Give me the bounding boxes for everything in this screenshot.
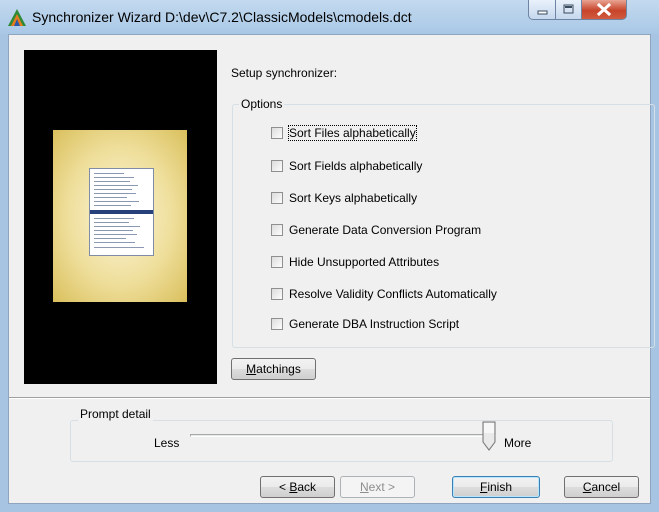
more-label: More	[504, 436, 532, 450]
back-button[interactable]: < Back	[260, 476, 335, 498]
finish-rest: inish	[487, 480, 513, 494]
sort-keys-checkbox[interactable]	[271, 192, 283, 204]
cancel-label: Cancel	[583, 480, 620, 494]
option-sort-files[interactable]: Sort Files alphabetically	[271, 125, 417, 141]
matchings-button[interactable]: Matchings	[231, 358, 316, 380]
maximize-button[interactable]	[555, 0, 582, 20]
app-logo-icon	[8, 9, 26, 26]
sort-fields-label[interactable]: Sort Fields alphabetically	[289, 159, 422, 173]
resolve-validity-label[interactable]: Resolve Validity Conflicts Automatically	[289, 287, 497, 301]
generate-conversion-checkbox[interactable]	[271, 224, 283, 236]
next-rest: ext >	[368, 480, 396, 494]
next-button[interactable]: Next >	[340, 476, 415, 498]
cancel-rest: ancel	[591, 480, 621, 494]
matchings-rest: atchings	[256, 362, 301, 376]
back-prefix: <	[278, 480, 290, 494]
option-hide-unsupported[interactable]: Hide Unsupported Attributes	[271, 254, 439, 270]
cancel-button[interactable]: Cancel	[564, 476, 639, 498]
sort-files-label[interactable]: Sort Files alphabetically	[288, 125, 417, 141]
prompt-detail-group	[70, 420, 613, 462]
option-sort-keys[interactable]: Sort Keys alphabetically	[271, 190, 417, 206]
sort-fields-checkbox[interactable]	[271, 160, 283, 172]
preview-list-image	[89, 168, 154, 256]
maximize-icon	[563, 4, 574, 14]
separator	[9, 397, 650, 399]
window-title: Synchronizer Wizard D:\dev\C7.2\ClassicM…	[32, 9, 412, 25]
less-label: Less	[154, 436, 180, 450]
option-resolve-validity[interactable]: Resolve Validity Conflicts Automatically	[271, 286, 497, 302]
option-generate-dba[interactable]: Generate DBA Instruction Script	[271, 316, 459, 332]
sort-files-checkbox[interactable]	[271, 127, 283, 139]
matchings-accel: M	[246, 362, 257, 376]
generate-dba-label[interactable]: Generate DBA Instruction Script	[289, 317, 459, 331]
option-generate-conversion[interactable]: Generate Data Conversion Program	[271, 222, 481, 238]
hide-unsupported-checkbox[interactable]	[271, 256, 283, 268]
hide-unsupported-label[interactable]: Hide Unsupported Attributes	[289, 255, 439, 269]
back-label: < Back	[279, 480, 316, 494]
close-icon	[596, 2, 612, 17]
finish-label: Finish	[480, 480, 512, 494]
wizard-window: Synchronizer Wizard D:\dev\C7.2\ClassicM…	[0, 0, 659, 512]
title-bar[interactable]: Synchronizer Wizard D:\dev\C7.2\ClassicM…	[0, 0, 659, 34]
option-sort-fields[interactable]: Sort Fields alphabetically	[271, 158, 422, 174]
slider-thumb[interactable]	[482, 421, 496, 451]
sort-keys-label[interactable]: Sort Keys alphabetically	[289, 191, 417, 205]
back-rest: ack	[297, 480, 317, 494]
resolve-validity-checkbox[interactable]	[271, 288, 283, 300]
prompt-detail-title: Prompt detail	[78, 407, 153, 421]
minimize-icon	[537, 10, 548, 15]
matchings-label: Matchings	[246, 362, 301, 376]
next-label: Next >	[360, 480, 395, 494]
finish-button[interactable]: Finish	[452, 476, 540, 498]
generate-dba-checkbox[interactable]	[271, 318, 283, 330]
prompt-detail-slider[interactable]	[190, 434, 496, 437]
minimize-button[interactable]	[528, 0, 556, 20]
options-group-title: Options	[239, 97, 285, 111]
close-button[interactable]	[581, 0, 627, 20]
setup-label: Setup synchronizer:	[231, 66, 338, 80]
next-accel: N	[359, 480, 369, 494]
generate-conversion-label[interactable]: Generate Data Conversion Program	[289, 223, 481, 237]
